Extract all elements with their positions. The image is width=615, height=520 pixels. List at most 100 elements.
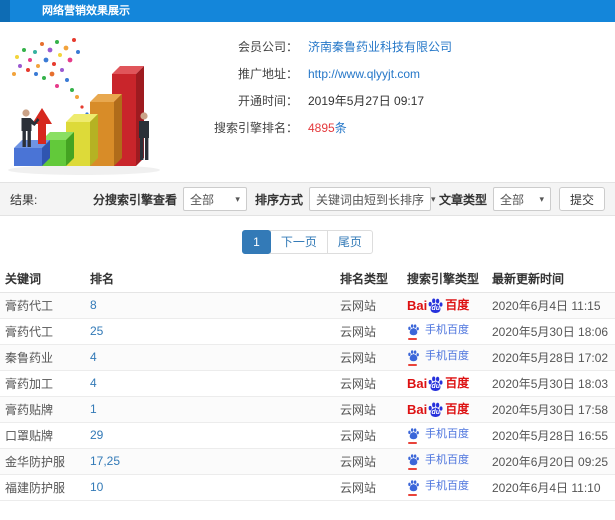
rank-link[interactable]: 4	[90, 350, 97, 364]
table-row: 膏药代工 25 云网站 Bai du 百度	[0, 318, 615, 345]
rank-link[interactable]: 10	[90, 480, 103, 494]
rank-link[interactable]: 29	[90, 428, 103, 442]
mobile-baidu-text: 手机百度	[425, 324, 469, 336]
open-time-label: 开通时间：	[237, 94, 298, 108]
update-time-text: 2020年6月4日 11:10	[492, 480, 601, 495]
table-row: 秦鲁药业 4 云网站 Bai du 百度	[0, 344, 615, 371]
update-time-cell: 2020年5月30日 18:06	[487, 318, 615, 345]
engine-rank-value: 4895条	[308, 119, 347, 137]
rank-cell: 4	[85, 370, 335, 397]
mobile-baidu-paw-icon	[407, 479, 420, 496]
company-info-section: 会员公司： 济南秦鲁药业科技有限公司 推广地址： http://www.qlyy…	[0, 26, 615, 182]
col-keyword: 关键词	[0, 266, 85, 293]
update-time-cell: 2020年6月4日 11:15	[487, 292, 615, 319]
rank-type-cell: 云网站	[335, 292, 402, 319]
rank-type-text: 云网站	[340, 480, 377, 495]
update-time-text: 2020年5月30日 17:58	[492, 402, 609, 417]
rank-type-cell: 云网站	[335, 344, 402, 371]
mobile-baidu-text: 手机百度	[425, 428, 469, 440]
title-bar: 网络营销效果展示	[0, 0, 615, 22]
open-time-value: 2019年5月27日 09:17	[308, 94, 425, 108]
sort-filter-select[interactable]: 关键词由短到长排序 ▾	[308, 187, 436, 211]
rank-link[interactable]: 1	[90, 402, 97, 416]
chevron-down-icon: ▾	[539, 193, 544, 204]
growth-chart-illustration	[0, 26, 180, 182]
page-title: 网络营销效果展示	[42, 5, 130, 17]
member-company-link[interactable]: 济南秦鲁药业科技有限公司	[308, 38, 452, 56]
table-header-row: 关键词 排名 排名类型 搜索引擎类型 最新更新时间	[0, 266, 615, 293]
engine-cell: Bai du 百度	[402, 448, 487, 475]
rank-cell: 8	[85, 292, 335, 319]
engine-rank-number: 4895	[308, 121, 335, 135]
rank-link[interactable]: 4	[90, 376, 97, 390]
baidu-du-text: du	[431, 304, 441, 312]
page-1-button[interactable]: 1	[242, 230, 271, 254]
mobile-baidu-text: 手机百度	[425, 480, 469, 492]
rank-cell: 4	[85, 344, 335, 371]
table-row: 膏药贴牌 1 云网站 Bai du 百度 2020年5月30日 17:58	[0, 396, 615, 423]
article-type-value: 全部	[499, 192, 524, 207]
table-row: 膏药代工 8 云网站 Bai du 百度 2020年6月4日 11:15	[0, 292, 615, 319]
promo-url-link[interactable]: http://www.qlyyjt.com	[308, 65, 420, 83]
keyword-text: 福建防护服	[5, 480, 66, 495]
mobile-baidu-logo: 手机百度	[407, 323, 469, 340]
update-time-cell: 2020年5月30日 18:03	[487, 370, 615, 397]
update-time-text: 2020年6月4日 11:15	[492, 298, 601, 313]
baidu-du-text: du	[431, 408, 441, 416]
rank-type-text: 云网站	[340, 324, 377, 339]
rank-link[interactable]: 25	[90, 324, 103, 338]
rank-type-text: 云网站	[340, 298, 377, 313]
keyword-text: 口罩贴牌	[5, 428, 54, 443]
table-row: 口罩贴牌 29 云网站 Bai du 百度	[0, 422, 615, 449]
keyword-cell: 福建防护服	[0, 474, 85, 501]
engine-cell: Bai du 百度	[402, 474, 487, 501]
baidu-paw-icon: du	[427, 401, 444, 418]
chevron-down-icon: ▾	[430, 193, 436, 204]
submit-button[interactable]: 提交	[558, 187, 605, 211]
baidu-bai-text: Bai	[407, 375, 428, 391]
rank-link[interactable]: 17,25	[90, 454, 120, 468]
rank-type-text: 云网站	[340, 454, 377, 469]
rank-cell: 17,25	[85, 448, 335, 475]
engine-rank-row: 搜索引擎排名： 4895条	[180, 119, 452, 137]
open-time-row: 开通时间： 2019年5月27日 09:17	[180, 92, 452, 110]
mobile-baidu-underline	[408, 364, 417, 366]
mobile-baidu-underline	[408, 494, 417, 496]
keyword-cell: 膏药贴牌	[0, 396, 85, 423]
engine-filter-select[interactable]: 全部 ▾	[182, 187, 247, 211]
promo-url-label: 推广地址：	[237, 67, 298, 81]
rank-type-text: 云网站	[340, 402, 377, 417]
mobile-baidu-logo: 手机百度	[407, 427, 469, 444]
keyword-cell: 膏药代工	[0, 318, 85, 345]
sort-filter-value: 关键词由短到长排序	[315, 192, 424, 207]
next-page-button[interactable]: 下一页	[269, 230, 328, 254]
results-table: 关键词 排名 排名类型 搜索引擎类型 最新更新时间 膏药代工 8 云网站 Bai	[0, 266, 615, 501]
bar-chart-clipart-icon	[8, 38, 160, 175]
table-row: 福建防护服 10 云网站 Bai du 百度	[0, 474, 615, 501]
engine-cell: Bai du 百度	[402, 370, 487, 397]
rank-link[interactable]: 8	[90, 298, 97, 312]
engine-cell: Bai du 百度	[402, 344, 487, 371]
engine-rank-unit: 条	[334, 121, 347, 135]
last-page-button[interactable]: 尾页	[326, 230, 373, 254]
result-label: 结果:	[10, 192, 38, 207]
mobile-baidu-text: 手机百度	[425, 350, 469, 362]
baidu-logo: Bai du 百度	[407, 401, 469, 418]
keyword-cell: 口罩贴牌	[0, 422, 85, 449]
article-type-label: 文章类型	[438, 192, 487, 207]
update-time-cell: 2020年5月30日 17:58	[487, 396, 615, 423]
rank-type-cell: 云网站	[335, 396, 402, 423]
mobile-baidu-paw-icon	[407, 427, 420, 444]
update-time-cell: 2020年6月20日 09:25	[487, 448, 615, 475]
update-time-text: 2020年5月30日 18:06	[492, 324, 609, 339]
rank-type-text: 云网站	[340, 428, 377, 443]
baidu-du-text: du	[431, 382, 441, 390]
update-time-text: 2020年5月28日 16:55	[492, 428, 609, 443]
member-company-label: 会员公司：	[237, 40, 298, 54]
rank-type-text: 云网站	[340, 350, 377, 365]
baidu-cn-text: 百度	[445, 298, 470, 312]
baidu-cn-text: 百度	[445, 402, 470, 416]
article-type-select[interactable]: 全部 ▾	[492, 187, 551, 211]
rank-type-cell: 云网站	[335, 318, 402, 345]
engine-cell: Bai du 百度	[402, 396, 487, 423]
